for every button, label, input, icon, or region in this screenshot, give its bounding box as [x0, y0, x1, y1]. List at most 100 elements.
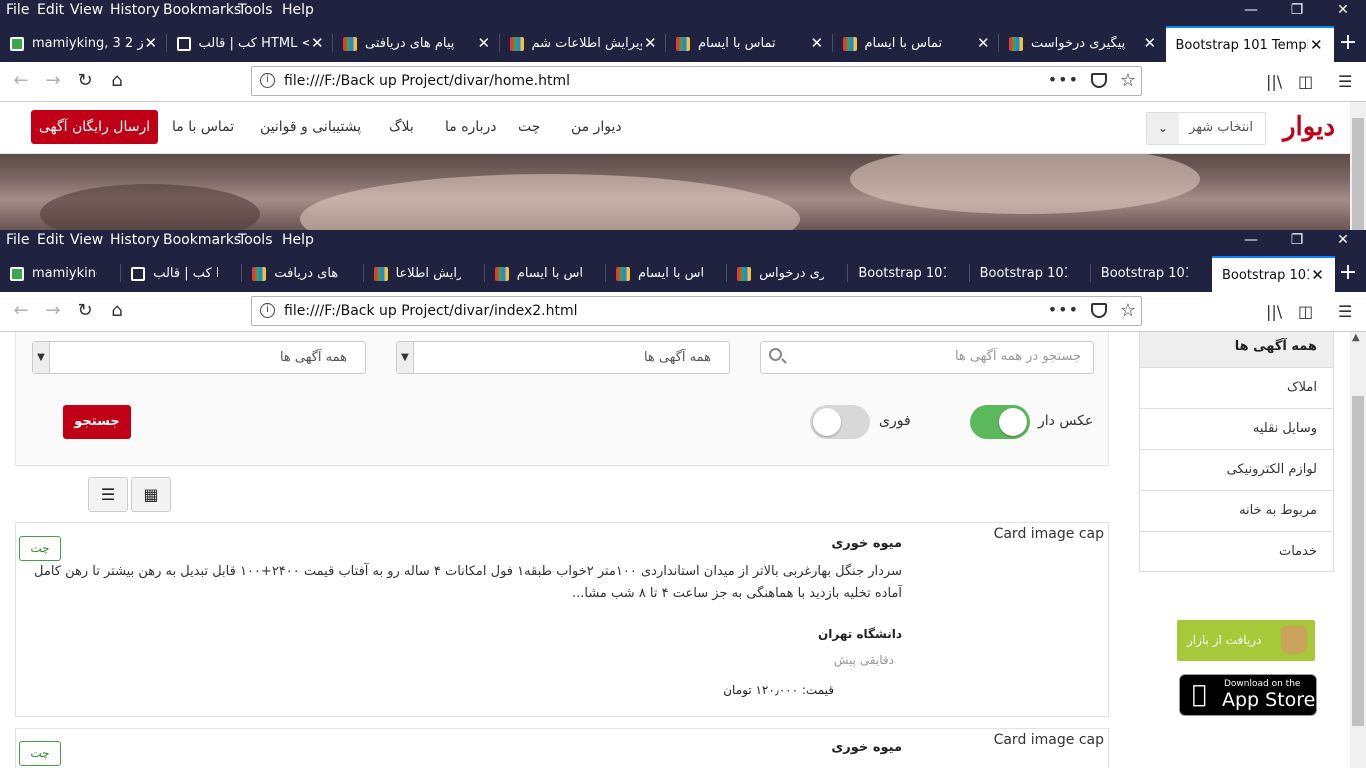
photo-toggle[interactable]	[970, 405, 1030, 439]
menu-help[interactable]: Help	[282, 2, 314, 18]
menu-file[interactable]: File	[6, 2, 29, 18]
menu-help[interactable]: Help	[282, 232, 314, 248]
grid-view-icon[interactable]: ▦	[131, 477, 171, 512]
menu-edit[interactable]: Edit	[37, 2, 64, 18]
reload-icon[interactable]: ↻	[72, 300, 98, 324]
tab[interactable]: تماس با ایسام ✕	[666, 26, 833, 62]
bookmark-star-icon[interactable]: ☆	[1120, 300, 1136, 321]
chevron-down-icon[interactable]: ▼	[397, 342, 414, 373]
minimize-icon[interactable]: —	[1228, 230, 1274, 254]
tab[interactable]: Bootstrap 101 Templa ✕	[1165, 26, 1334, 62]
close-window-icon[interactable]: ✕	[1320, 230, 1366, 254]
category-electronics[interactable]: لوازم الکترونیکی	[1140, 450, 1333, 491]
menu-view[interactable]: View	[70, 232, 103, 248]
site-logo[interactable]: دیوار	[1283, 112, 1335, 142]
sidebar-icon[interactable]: ◫	[1298, 302, 1318, 321]
card-title[interactable]: میوه خوری	[831, 536, 902, 551]
nav-my-divar[interactable]: دیوار من	[571, 119, 622, 135]
hamburger-menu-icon[interactable]: ☰	[1338, 302, 1358, 321]
pocket-icon[interactable]	[1091, 73, 1107, 88]
menu-tools[interactable]: Tools	[238, 232, 273, 248]
pocket-icon[interactable]	[1091, 303, 1107, 318]
back-icon[interactable]: ←	[8, 300, 34, 324]
search-input[interactable]: جستجو در همه آگهی ها	[760, 341, 1094, 374]
search-button[interactable]: جستجو	[63, 405, 131, 439]
back-icon[interactable]: ←	[8, 70, 34, 94]
nav-chat[interactable]: چت	[518, 119, 540, 135]
post-ad-button[interactable]: ارسال رایگان آگهی	[31, 110, 158, 144]
tab[interactable]: Bootstrap 101 Te	[970, 256, 1091, 292]
site-info-icon[interactable]: i	[260, 73, 275, 88]
tab[interactable]: کب | قالب ML	[121, 256, 242, 292]
url-bar[interactable]: i file:///F:/Back up Project/divar/index…	[251, 296, 1142, 326]
nav-about[interactable]: درباره ما	[445, 119, 496, 135]
minimize-icon[interactable]: —	[1228, 0, 1274, 24]
home-icon[interactable]: ⌂	[104, 300, 130, 324]
menu-bookmarks[interactable]: Bookmarks	[163, 232, 241, 248]
nav-support[interactable]: پشتیبانی و قوانین	[260, 119, 361, 135]
tab[interactable]: تماس با ایسام	[606, 256, 727, 292]
new-tab-icon[interactable]: +	[1330, 26, 1366, 62]
list-view-icon[interactable]: ☰	[88, 477, 128, 512]
tab[interactable]: mamiyking,	[0, 256, 121, 292]
new-tab-icon[interactable]: +	[1330, 256, 1366, 292]
tab[interactable]: mamiyking, 3 از 2✕	[0, 26, 167, 62]
menu-edit[interactable]: Edit	[37, 232, 64, 248]
close-tab-icon[interactable]: ✕	[644, 34, 657, 52]
url-bar[interactable]: i file:///F:/Back up Project/divar/home.…	[251, 66, 1142, 96]
tab[interactable]: Bootstrap 101 Te	[848, 256, 969, 292]
forward-icon[interactable]: →	[40, 300, 66, 324]
close-tab-icon[interactable]: ✕	[1144, 34, 1157, 52]
hamburger-menu-icon[interactable]: ☰	[1338, 72, 1358, 91]
tab[interactable]: تماس با ایسام	[485, 256, 606, 292]
bookmark-star-icon[interactable]: ☆	[1120, 70, 1136, 91]
city-select[interactable]: ⌄ انتخاب شهر	[1146, 112, 1266, 145]
tab[interactable]: Bootstrap 101 ✕	[1212, 256, 1336, 292]
menu-view[interactable]: View	[70, 2, 103, 18]
tab[interactable]: پیام های دریافت	[242, 256, 363, 292]
site-info-icon[interactable]: i	[260, 303, 275, 318]
menu-file[interactable]: File	[6, 232, 29, 248]
chevron-down-icon[interactable]: ▼	[33, 342, 50, 373]
card-title[interactable]: میوه خوری	[831, 740, 902, 755]
chevron-down-icon[interactable]: ⌄	[1147, 113, 1179, 144]
category-real-estate[interactable]: املاک	[1140, 368, 1333, 409]
app-store-badge[interactable]:  Download on the App Store	[1179, 674, 1317, 716]
close-tab-icon[interactable]: ✕	[811, 34, 824, 52]
filter-select-1[interactable]: ▼ همه آگهی ها	[32, 341, 366, 374]
home-icon[interactable]: ⌂	[104, 70, 130, 94]
category-home[interactable]: مربوط به خانه	[1140, 491, 1333, 532]
page-actions-icon[interactable]: •••	[1048, 300, 1079, 319]
library-icon[interactable]: ||\	[1266, 302, 1286, 321]
sidebar-icon[interactable]: ◫	[1298, 72, 1318, 91]
menu-bookmarks[interactable]: Bookmarks	[163, 2, 241, 18]
tab[interactable]: کب | قالب HTML < ✕	[167, 26, 334, 62]
chat-button[interactable]: چت	[19, 536, 61, 561]
reload-icon[interactable]: ↻	[72, 70, 98, 94]
tab[interactable]: پیگیری درخواست ✕	[999, 26, 1166, 62]
url-text[interactable]: file:///F:/Back up Project/divar/home.ht…	[284, 73, 570, 89]
tab[interactable]: پیگیری درخواس	[727, 256, 848, 292]
nav-blog[interactable]: بلاگ	[389, 119, 414, 135]
restore-icon[interactable]: ❐	[1274, 0, 1320, 24]
close-tab-icon[interactable]: ✕	[1311, 266, 1324, 284]
tab[interactable]: پیام های دریافتی ✕	[333, 26, 500, 62]
close-tab-icon[interactable]: ✕	[977, 34, 990, 52]
menu-tools[interactable]: Tools	[238, 2, 273, 18]
tab[interactable]: ویرایش اطلاعا	[364, 256, 485, 292]
tab[interactable]: ویرایش اطلاعات شم ✕	[500, 26, 667, 62]
close-tab-icon[interactable]: ✕	[145, 34, 158, 52]
close-tab-icon[interactable]: ✕	[311, 34, 324, 52]
forward-icon[interactable]: →	[40, 70, 66, 94]
category-services[interactable]: خدمات	[1140, 532, 1333, 573]
instant-toggle[interactable]	[810, 405, 870, 439]
close-tab-icon[interactable]: ✕	[1310, 36, 1323, 54]
tab[interactable]: تماس با ایسام ✕	[833, 26, 1000, 62]
scroll-up-icon[interactable]: ▲	[1352, 332, 1360, 343]
filter-select-2[interactable]: ▼ همه آگهی ها	[396, 341, 730, 374]
bazaar-download-badge[interactable]: دریافت از بازار	[1177, 620, 1315, 661]
scrollbar-thumb[interactable]	[1352, 118, 1364, 230]
menu-history[interactable]: History	[110, 2, 160, 18]
close-tab-icon[interactable]: ✕	[478, 34, 491, 52]
menu-history[interactable]: History	[110, 232, 160, 248]
